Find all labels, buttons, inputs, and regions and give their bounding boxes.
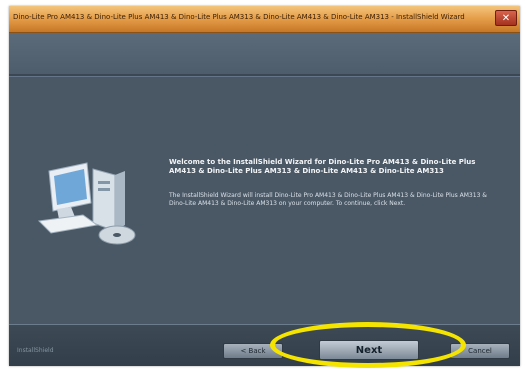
welcome-description: The InstallShield Wizard will install Di… <box>169 192 487 207</box>
installshield-brand: InstallShield <box>17 347 54 354</box>
button-bar: InstallShield < Back Next Cancel <box>9 324 520 366</box>
cancel-button[interactable]: Cancel <box>450 343 510 359</box>
installer-window: Dino-Lite Pro AM413 & Dino-Lite Plus AM4… <box>9 6 520 366</box>
header-band <box>9 33 520 74</box>
back-button[interactable]: < Back <box>223 343 283 359</box>
title-bar[interactable]: Dino-Lite Pro AM413 & Dino-Lite Plus AM4… <box>9 6 520 33</box>
header-divider <box>9 74 520 77</box>
computer-install-icon <box>37 162 136 245</box>
window-title: Dino-Lite Pro AM413 & Dino-Lite Plus AM4… <box>13 13 465 21</box>
close-button[interactable]: ✕ <box>495 10 517 26</box>
welcome-heading: Welcome to the InstallShield Wizard for … <box>169 158 476 175</box>
next-button[interactable]: Next <box>319 340 419 360</box>
